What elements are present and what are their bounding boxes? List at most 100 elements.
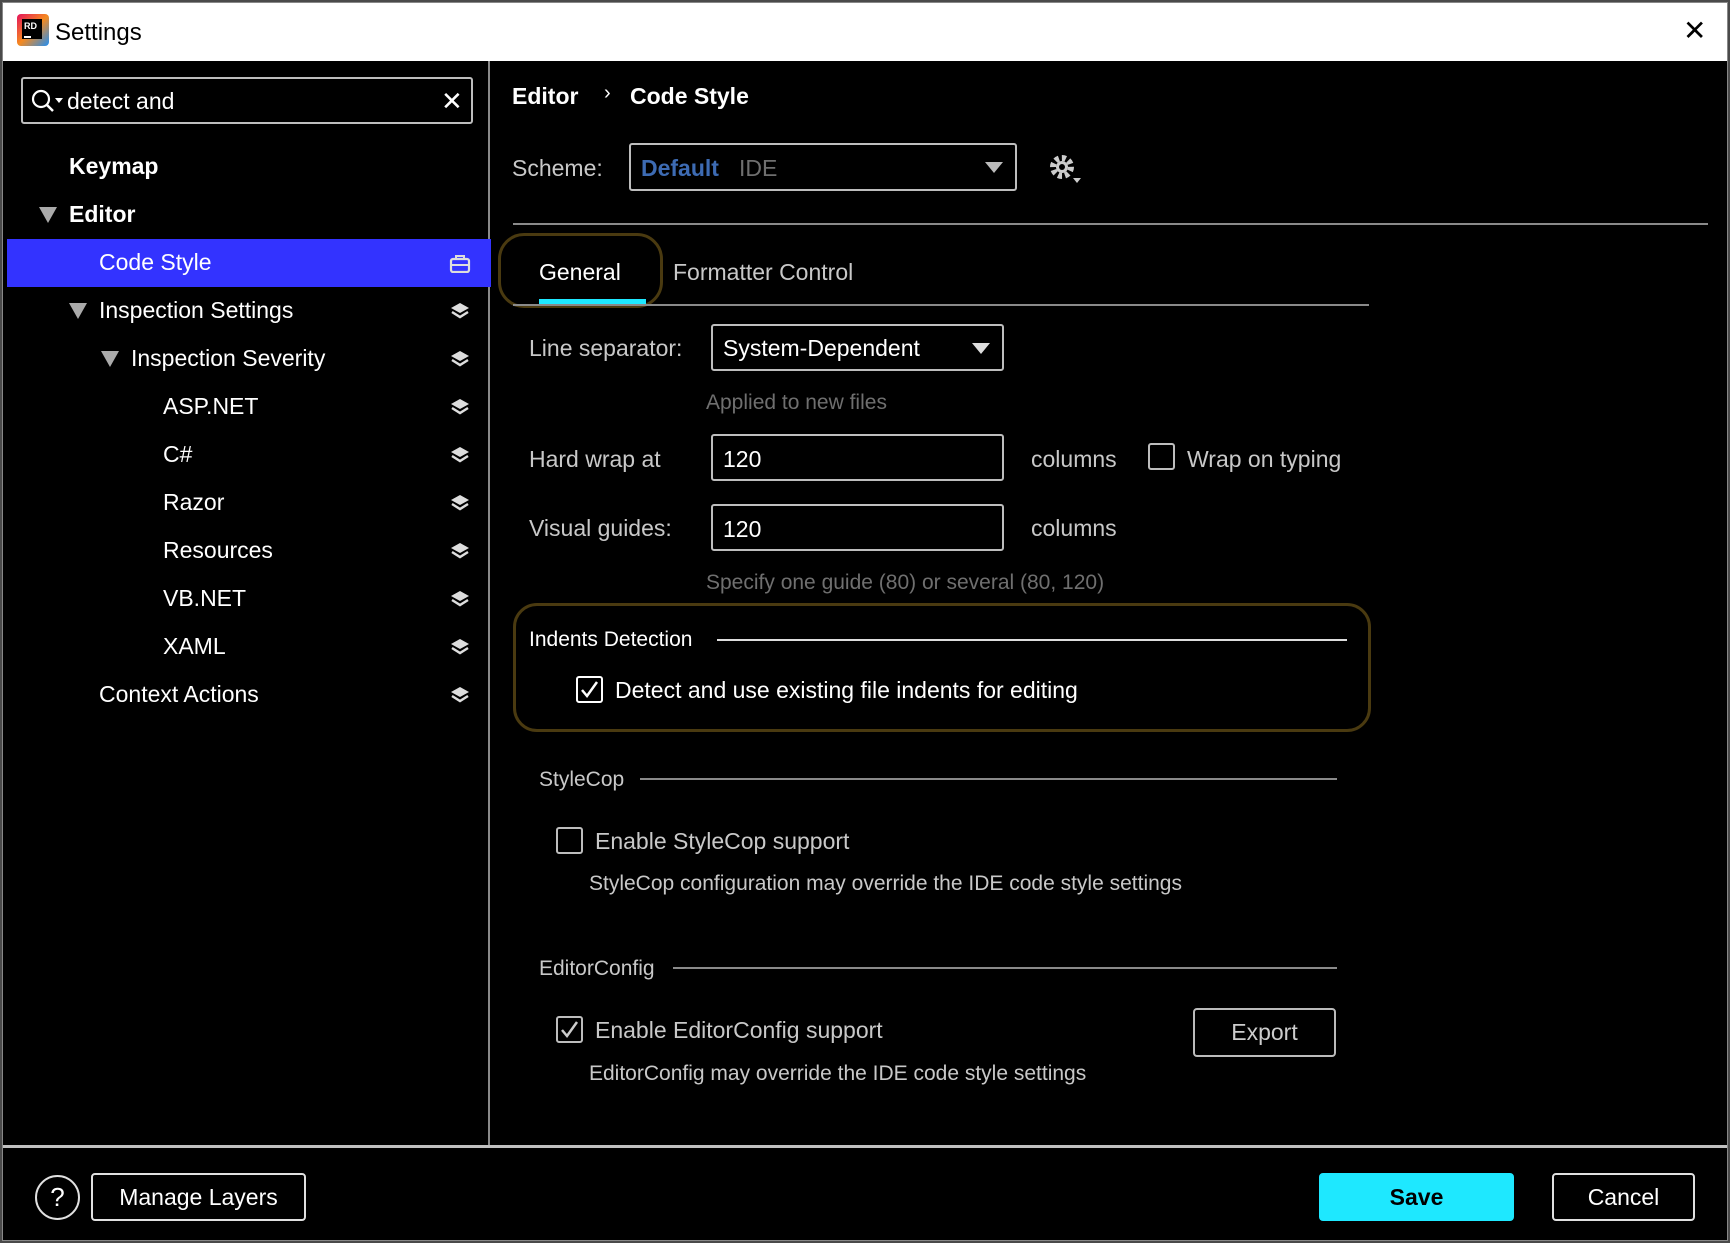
layers-icon	[451, 687, 469, 703]
line-separator-dropdown[interactable]: System-Dependent	[711, 324, 1004, 371]
close-icon[interactable]: ✕	[1683, 17, 1706, 45]
settings-window: RD Settings ✕ detect and ✕ Keymap Editor C…	[2, 2, 1728, 1241]
search-text: detect and	[67, 88, 175, 114]
scheme-type: IDE	[739, 155, 778, 181]
indents-separator	[717, 639, 1347, 641]
stylecop-label[interactable]: Enable StyleCop support	[595, 830, 849, 853]
tree-item[interactable]: VB.NET	[7, 575, 491, 623]
search-icon	[31, 89, 63, 112]
tree-item-label: Inspection Severity	[131, 345, 326, 371]
hard-wrap-label: Hard wrap at	[529, 446, 661, 472]
tree-item[interactable]: Inspection Settings	[7, 287, 491, 335]
clear-search-icon[interactable]: ✕	[441, 88, 463, 114]
columns-label: columns	[1031, 446, 1117, 472]
line-separator-label: Line separator:	[529, 335, 683, 361]
tree-item[interactable]: Razor	[7, 479, 491, 527]
visual-guides-hint: Specify one guide (80) or several (80, 1…	[706, 571, 1105, 594]
chevron-down-icon	[972, 343, 990, 354]
tree-item-label: Inspection Settings	[99, 297, 294, 323]
layers-icon	[451, 591, 469, 607]
editorconfig-separator	[673, 967, 1337, 969]
chevron-down-icon	[985, 162, 1003, 173]
tree-item[interactable]: Editor	[7, 191, 491, 239]
visual-guides-label: Visual guides:	[529, 515, 672, 541]
checkmark-icon	[561, 1021, 579, 1039]
separator	[513, 223, 1708, 225]
tree-item-label: Razor	[163, 489, 225, 515]
scheme-label: Scheme:	[512, 155, 603, 181]
tab-underline	[513, 304, 1369, 306]
visual-guides-input[interactable]: 120	[711, 504, 1004, 551]
tree-item-label: Editor	[69, 201, 136, 227]
expand-arrow-icon[interactable]	[101, 351, 119, 367]
window-title: Settings	[55, 19, 142, 46]
tree-item[interactable]: XAML	[7, 623, 491, 671]
expand-arrow-icon[interactable]	[69, 303, 87, 319]
wrap-on-typing-checkbox[interactable]	[1148, 443, 1175, 470]
stylecop-title: StyleCop	[539, 768, 625, 791]
tab-general[interactable]: General	[539, 261, 621, 284]
breadcrumb-parent[interactable]: Editor	[512, 85, 578, 108]
columns-label-2: columns	[1031, 515, 1117, 541]
indents-detection-title: Indents Detection	[529, 628, 693, 651]
rider-logo-icon: RD	[17, 14, 49, 46]
tree-item-label: C#	[163, 441, 193, 467]
export-button[interactable]: Export	[1193, 1008, 1336, 1057]
footer: ? Manage Layers Save Cancel	[3, 1145, 1727, 1240]
sidebar: detect and ✕ Keymap Editor Code Style Inspe…	[3, 61, 491, 1145]
tree-item-label: XAML	[163, 633, 226, 659]
scheme-name: Default	[641, 155, 719, 181]
tree-item-label: Context Actions	[99, 681, 259, 707]
tree-item-label: Resources	[163, 537, 273, 563]
scheme-dropdown[interactable]: Default IDE	[629, 143, 1017, 191]
tree-item[interactable]: C#	[7, 431, 491, 479]
stylecop-checkbox[interactable]	[556, 827, 583, 854]
toolbox-icon	[449, 255, 471, 273]
stylecop-separator	[640, 778, 1337, 780]
tree-item[interactable]: Keymap	[7, 143, 491, 191]
editorconfig-label[interactable]: Enable EditorConfig support	[595, 1019, 883, 1042]
layers-icon	[451, 495, 469, 511]
indents-highlight-ring	[513, 603, 1371, 732]
editorconfig-hint: EditorConfig may override the IDE code s…	[589, 1062, 1087, 1085]
tree-item-label: Keymap	[69, 153, 159, 179]
gear-icon[interactable]	[1048, 153, 1082, 185]
manage-layers-button[interactable]: Manage Layers	[91, 1173, 306, 1221]
editorconfig-checkbox[interactable]	[556, 1016, 583, 1043]
help-button[interactable]: ?	[35, 1175, 80, 1220]
layers-icon	[451, 543, 469, 559]
tree-item[interactable]: Inspection Severity	[7, 335, 491, 383]
expand-arrow-icon[interactable]	[39, 207, 57, 223]
save-button[interactable]: Save	[1319, 1173, 1514, 1221]
tree-item[interactable]: Context Actions	[7, 671, 491, 719]
stylecop-hint: StyleCop configuration may override the …	[589, 872, 1182, 895]
checkmark-icon	[581, 681, 599, 699]
breadcrumb-separator: ›	[604, 82, 611, 104]
visual-guides-value: 120	[723, 516, 762, 542]
tree-item[interactable]: Code Style	[7, 239, 491, 287]
wrap-on-typing-label[interactable]: Wrap on typing	[1187, 448, 1341, 471]
line-separator-value: System-Dependent	[723, 335, 920, 361]
tree-item-label: ASP.NET	[163, 393, 259, 419]
tree-item-label: VB.NET	[163, 585, 247, 611]
line-separator-hint: Applied to new files	[706, 391, 887, 414]
layers-icon	[451, 399, 469, 415]
tree-item-label: Code Style	[99, 249, 212, 275]
cancel-button[interactable]: Cancel	[1552, 1173, 1695, 1221]
content-panel: Editor › Code Style Scheme: Default IDE …	[492, 61, 1727, 1145]
editorconfig-title: EditorConfig	[539, 957, 655, 980]
hard-wrap-value: 120	[723, 446, 762, 472]
tree-item[interactable]: Resources	[7, 527, 491, 575]
search-input[interactable]: detect and ✕	[21, 77, 473, 124]
hard-wrap-input[interactable]: 120	[711, 434, 1004, 481]
title-bar: RD Settings ✕	[3, 3, 1727, 61]
layers-icon	[451, 447, 469, 463]
layers-icon	[451, 639, 469, 655]
layers-icon	[451, 303, 469, 319]
tree-item[interactable]: ASP.NET	[7, 383, 491, 431]
detect-indents-checkbox[interactable]	[576, 676, 603, 703]
breadcrumb-current: Code Style	[630, 83, 749, 109]
layers-icon	[451, 351, 469, 367]
detect-indents-label[interactable]: Detect and use existing file indents for…	[615, 679, 1078, 702]
tab-formatter-control[interactable]: Formatter Control	[673, 261, 853, 284]
